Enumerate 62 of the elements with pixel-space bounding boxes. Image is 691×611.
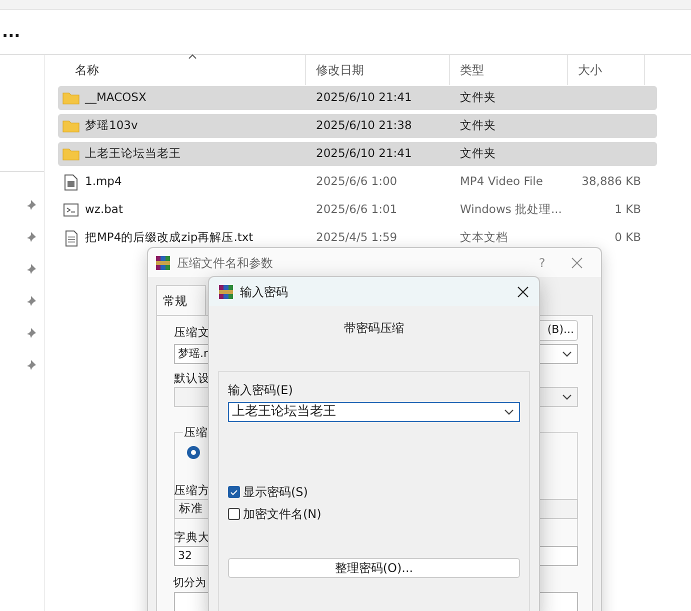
file-size: 38,886 KB (580, 173, 642, 190)
modified-date: 2025/4/5 1:59 (315, 229, 398, 246)
chevron-down-icon (562, 394, 572, 400)
manage-passwords-button[interactable]: 整理密码(O)... (228, 558, 520, 578)
chevron-down-icon (504, 409, 514, 415)
browse-button[interactable]: (B)... (537, 320, 578, 341)
file-row[interactable]: __MACOSX 2025/6/10 21:41 文件夹 (58, 86, 657, 110)
window-title: 输入密码 (240, 284, 288, 300)
field-label: 切分为 (173, 575, 206, 591)
field-label: 压缩方 (174, 482, 210, 499)
file-name: 上老王论坛当老王 (85, 145, 181, 162)
file-row[interactable]: 上老王论坛当老王 2025/6/10 21:41 文件夹 (58, 142, 657, 166)
folder-icon (62, 119, 80, 133)
checkbox-option[interactable]: 加密文件名(N) (228, 506, 520, 522)
file-size: 1 KB (614, 201, 642, 218)
file-type: 文件夹 (459, 89, 497, 106)
file-row[interactable]: 1.mp4 2025/6/6 1:00 MP4 Video File 38,886 KB (58, 170, 657, 194)
video-file-icon (64, 174, 78, 190)
window-title: 压缩文件名和参数 (177, 254, 273, 272)
file-type: 文本文档 (459, 229, 509, 246)
column-header[interactable]: 大小 (568, 55, 645, 85)
column-header[interactable]: 修改日期 (306, 55, 450, 85)
field-label: 默认设 (174, 370, 210, 387)
modified-date: 2025/6/10 21:38 (315, 117, 413, 134)
chevron-down-icon (562, 351, 572, 357)
file-name: wz.bat (85, 201, 123, 218)
text-file-icon (64, 230, 78, 246)
tab[interactable]: 常规 (156, 285, 206, 315)
file-row[interactable]: 把MP4的后缀改成zip再解压.txt 2025/4/5 1:59 文本文档 0 KB (58, 226, 657, 250)
file-name: 1.mp4 (85, 173, 122, 190)
file-name: __MACOSX (85, 89, 146, 106)
checkbox[interactable] (228, 486, 240, 498)
close-icon[interactable] (517, 286, 529, 298)
archive-app-icon (218, 284, 234, 300)
file-type: MP4 Video File (459, 173, 544, 190)
file-type: 文件夹 (459, 117, 497, 134)
file-type: Windows 批处理... (459, 201, 563, 218)
file-name: 把MP4的后缀改成zip再解压.txt (85, 229, 254, 246)
column-header[interactable]: 名称 (58, 55, 306, 85)
field-label: 输入密码(E) (228, 382, 294, 399)
checkbox[interactable] (228, 508, 240, 520)
modified-date: 2025/6/6 1:00 (315, 173, 398, 190)
field-label: 压缩文 (174, 324, 210, 341)
file-size: 0 KB (614, 229, 642, 246)
password-field[interactable]: 上老王论坛当老王 (228, 402, 520, 422)
file-row[interactable]: 梦瑶103v 2025/6/10 21:38 文件夹 (58, 114, 657, 138)
file-name: 梦瑶103v (85, 117, 138, 134)
checkbox-option[interactable]: 显示密码(S) (228, 484, 520, 500)
script-file-icon (63, 203, 79, 217)
dialog-heading: 带密码压缩 (344, 320, 404, 337)
radio-button[interactable] (187, 446, 200, 459)
modified-date: 2025/6/6 1:01 (315, 201, 398, 218)
file-type: 文件夹 (459, 145, 497, 162)
modified-date: 2025/6/10 21:41 (315, 89, 413, 106)
folder-icon (62, 147, 80, 161)
archive-app-icon (155, 254, 171, 270)
file-row[interactable]: wz.bat 2025/6/6 1:01 Windows 批处理... 1 KB (58, 198, 657, 222)
checkmark-icon (230, 488, 238, 496)
modified-date: 2025/6/10 21:41 (315, 145, 413, 162)
more-button[interactable]: ... (2, 24, 20, 40)
column-header[interactable]: 类型 (450, 55, 568, 85)
folder-icon (62, 91, 80, 105)
